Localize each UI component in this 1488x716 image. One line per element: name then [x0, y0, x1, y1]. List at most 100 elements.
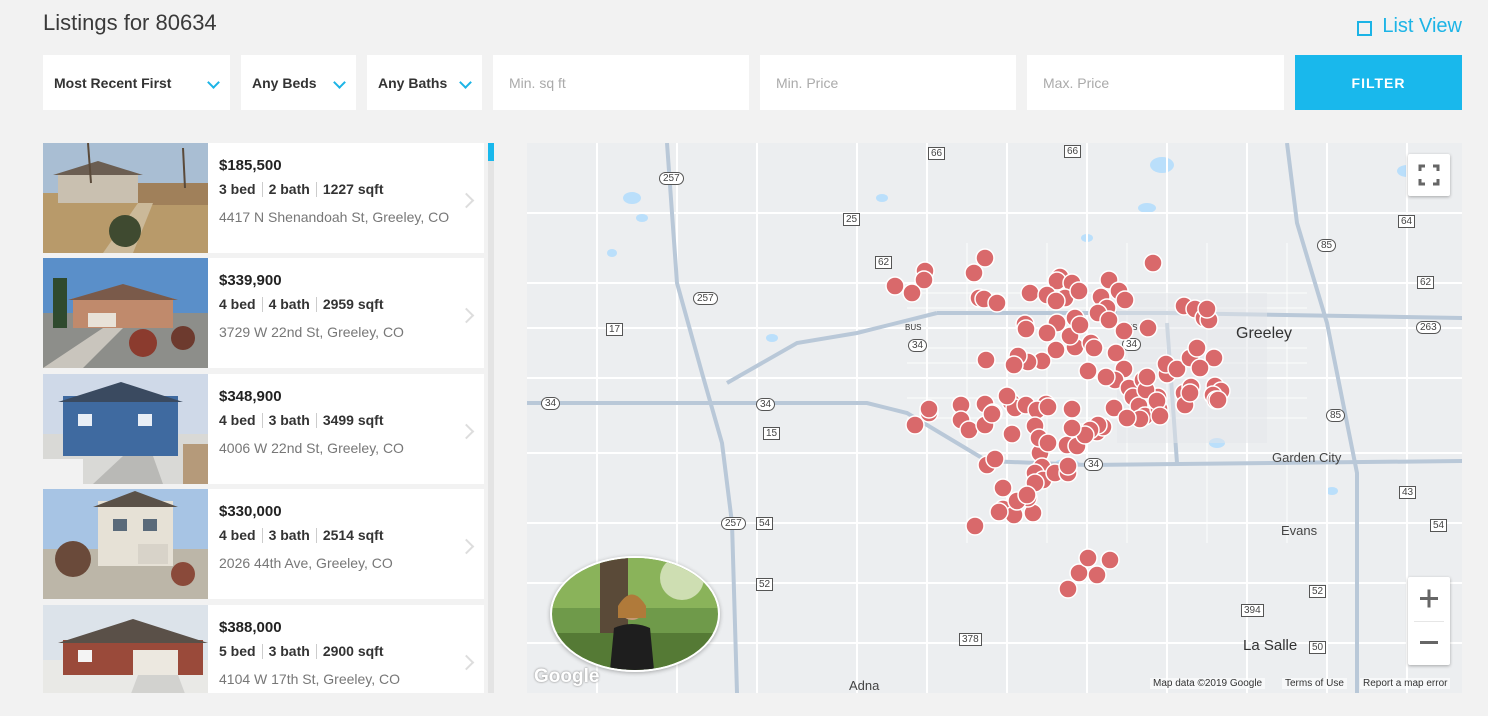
listing-marker[interactable] — [902, 283, 922, 303]
listing-beds: 5 bed — [219, 643, 256, 659]
listing-marker[interactable] — [1037, 323, 1057, 343]
listing-sqft: 2900 sqft — [322, 643, 384, 659]
listing-marker[interactable] — [1078, 361, 1098, 381]
listing-marker[interactable] — [959, 420, 979, 440]
listing-photo[interactable] — [43, 489, 208, 599]
listing-marker[interactable] — [1016, 319, 1036, 339]
listing-marker[interactable] — [1208, 390, 1228, 410]
listing-marker[interactable] — [1004, 355, 1024, 375]
listing-marker[interactable] — [1062, 399, 1082, 419]
listing-beds: 4 bed — [219, 296, 256, 312]
listing-specs: 5 bed 3 bath 2900 sqft — [219, 643, 384, 659]
listing-marker[interactable] — [1087, 565, 1107, 585]
listing-marker[interactable] — [1046, 291, 1066, 311]
listing-marker[interactable] — [993, 478, 1013, 498]
listing-marker[interactable] — [965, 516, 985, 536]
listing-card[interactable]: $388,000 5 bed 3 bath 2900 sqft 4104 W 1… — [43, 605, 484, 693]
min-sqft-input[interactable] — [493, 55, 749, 110]
listing-price: $348,900 — [219, 388, 282, 405]
listing-marker[interactable] — [1143, 253, 1163, 273]
listing-price: $185,500 — [219, 157, 282, 174]
listing-scroll-thumb[interactable] — [488, 143, 494, 161]
listing-marker[interactable] — [1106, 343, 1126, 363]
listing-marker[interactable] — [1084, 338, 1104, 358]
listing-marker[interactable] — [989, 502, 1009, 522]
listing-card[interactable]: $348,900 4 bed 3 bath 3499 sqft 4006 W 2… — [43, 374, 484, 484]
listing-marker[interactable] — [919, 399, 939, 419]
listing-marker[interactable] — [1069, 281, 1089, 301]
chevron-down-icon — [333, 76, 346, 89]
listing-address: 2026 44th Ave, Greeley, CO — [219, 555, 393, 571]
listing-card[interactable]: $185,500 3 bed 2 bath 1227 sqft 4417 N S… — [43, 143, 484, 253]
list-view-label: List View — [1382, 15, 1462, 37]
listing-marker[interactable] — [976, 350, 996, 370]
sort-select[interactable]: Most Recent First — [43, 55, 230, 110]
listing-photo[interactable] — [43, 605, 208, 693]
fullscreen-button[interactable] — [1408, 154, 1450, 196]
listing-marker[interactable] — [1150, 406, 1170, 426]
map-attribution: Map data ©2019 Google — [1150, 678, 1266, 689]
listing-photo[interactable] — [43, 143, 208, 253]
max-price-input[interactable] — [1027, 55, 1284, 110]
listing-marker[interactable] — [1117, 408, 1137, 428]
listing-marker[interactable] — [1180, 383, 1200, 403]
listing-photo[interactable] — [43, 374, 208, 484]
listing-card[interactable]: $330,000 4 bed 3 bath 2514 sqft 2026 44t… — [43, 489, 484, 599]
listing-baths: 2 bath — [268, 181, 310, 197]
filter-button[interactable]: FILTER — [1295, 55, 1462, 110]
report-error-link[interactable]: Report a map error — [1360, 678, 1451, 689]
baths-select[interactable]: Any Baths — [367, 55, 482, 110]
zoom-in-button[interactable] — [1408, 577, 1450, 621]
beds-select[interactable]: Any Beds — [241, 55, 356, 110]
listing-sqft: 2514 sqft — [322, 527, 384, 543]
listing-beds: 4 bed — [219, 412, 256, 428]
listing-marker[interactable] — [1100, 550, 1120, 570]
listing-marker[interactable] — [1137, 367, 1157, 387]
listing-marker[interactable] — [1062, 418, 1082, 438]
listing-sqft: 1227 sqft — [322, 181, 384, 197]
listing-marker[interactable] — [885, 276, 905, 296]
map[interactable]: 66 66 257 257 257 25 62 62 17 34 34 34 3… — [527, 143, 1462, 693]
listing-marker[interactable] — [1190, 358, 1210, 378]
listing-marker[interactable] — [964, 263, 984, 283]
listing-address: 3729 W 22nd St, Greeley, CO — [219, 324, 404, 340]
list-view-toggle[interactable]: List View — [1357, 15, 1462, 38]
min-price-input[interactable] — [760, 55, 1016, 110]
listing-marker[interactable] — [1017, 485, 1037, 505]
listing-marker[interactable] — [1115, 290, 1135, 310]
listing-sqft: 3499 sqft — [322, 412, 384, 428]
page-title: Listings for 80634 — [43, 10, 217, 35]
listing-marker[interactable] — [905, 415, 925, 435]
listing-marker[interactable] — [1020, 283, 1040, 303]
listing-address: 4006 W 22nd St, Greeley, CO — [219, 440, 404, 456]
listing-marker[interactable] — [1058, 579, 1078, 599]
listing-marker[interactable] — [1002, 424, 1022, 444]
listing-sqft: 2959 sqft — [322, 296, 384, 312]
listing-card[interactable]: $339,900 4 bed 4 bath 2959 sqft 3729 W 2… — [43, 258, 484, 368]
listing-marker[interactable] — [1099, 310, 1119, 330]
listing-scrollbar[interactable] — [488, 143, 494, 693]
listing-marker[interactable] — [975, 248, 995, 268]
listing-marker[interactable] — [1078, 548, 1098, 568]
listing-photo[interactable] — [43, 258, 208, 368]
baths-select-value: Any Baths — [378, 74, 448, 91]
listing-baths: 4 bath — [268, 296, 310, 312]
zoom-out-button[interactable] — [1408, 621, 1450, 665]
listing-marker[interactable] — [982, 404, 1002, 424]
listing-marker[interactable] — [1197, 299, 1217, 319]
listing-price: $339,900 — [219, 272, 282, 289]
listing-marker[interactable] — [997, 386, 1017, 406]
listing-marker[interactable] — [1058, 456, 1078, 476]
plus-icon — [1420, 589, 1438, 608]
listing-marker[interactable] — [1038, 397, 1058, 417]
agent-avatar[interactable] — [550, 556, 720, 672]
listing-marker[interactable] — [985, 449, 1005, 469]
listing-marker[interactable] — [1114, 321, 1134, 341]
listing-marker[interactable] — [1138, 318, 1158, 338]
listing-marker[interactable] — [1096, 367, 1116, 387]
listing-marker[interactable] — [1038, 433, 1058, 453]
listing-marker[interactable] — [1070, 315, 1090, 335]
listing-marker[interactable] — [1187, 338, 1207, 358]
terms-link[interactable]: Terms of Use — [1282, 678, 1347, 689]
listing-marker[interactable] — [987, 293, 1007, 313]
